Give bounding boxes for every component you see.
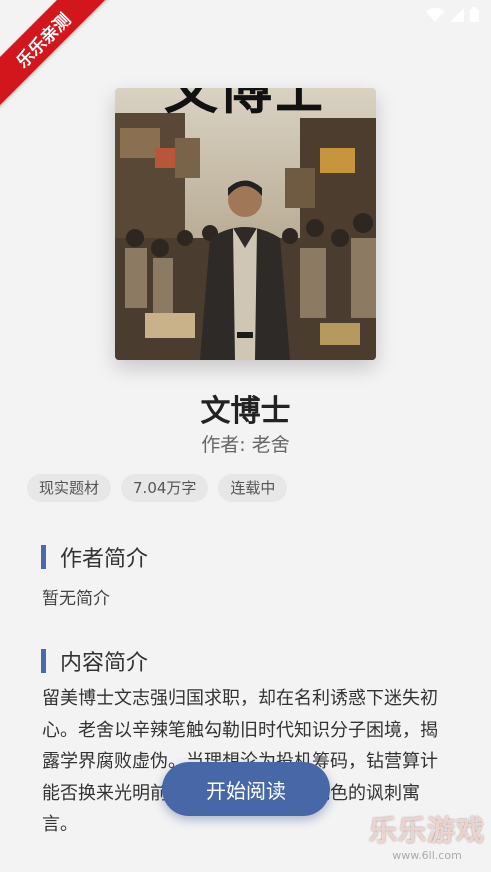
- battery-icon: [470, 7, 479, 22]
- author-section-title: 作者简介: [60, 547, 149, 572]
- tag-list: 现实题材 7.04万字 连载中: [27, 474, 288, 502]
- section-accent-bar: [41, 649, 46, 673]
- book-title: 文博士: [200, 394, 291, 429]
- content-section-title: 内容简介: [60, 651, 149, 676]
- tag-status: 连载中: [218, 474, 288, 502]
- watermark-url: www.6ll.com: [392, 849, 462, 862]
- book-author: 作者: 老舍: [201, 434, 290, 456]
- section-accent-bar: [41, 545, 46, 569]
- author-intro-text: 暂无简介: [42, 589, 110, 609]
- start-reading-button[interactable]: 开始阅读: [162, 762, 330, 816]
- status-icons: [426, 7, 479, 22]
- site-watermark: 乐乐游戏 www.6ll.com: [369, 809, 485, 862]
- author-section-header: 作者简介: [41, 541, 148, 573]
- cover-image: 文博士: [115, 88, 376, 360]
- book-cover[interactable]: 文博士: [115, 88, 376, 360]
- cover-title-text: 文博士: [164, 88, 326, 121]
- content-section-header: 内容简介: [41, 645, 148, 677]
- watermark-brand: 乐乐游戏: [368, 814, 485, 847]
- signal-icon: [450, 7, 464, 22]
- wifi-icon: [426, 7, 444, 22]
- tag-genre: 现实题材: [27, 474, 112, 502]
- tag-word-count: 7.04万字: [121, 474, 209, 502]
